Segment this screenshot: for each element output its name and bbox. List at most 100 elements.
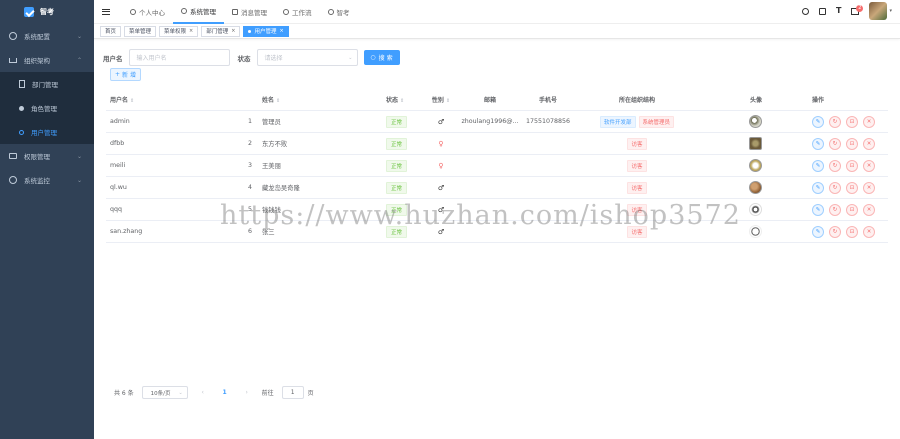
org-tree-icon <box>9 57 17 63</box>
avatar[interactable] <box>749 115 762 128</box>
add-user-button[interactable]: + 新 增 <box>110 68 141 81</box>
delete-icon[interactable]: ✕ <box>863 137 875 150</box>
lock-icon[interactable]: ⊡ <box>846 225 858 238</box>
tab-exam[interactable]: 智考 <box>320 0 358 24</box>
table-row: meili 3 王美丽 正常 ♀ 访客 ✎ ↻ ⊡ ✕ <box>106 155 888 177</box>
sidebar-item-permission[interactable]: 权限管理 ⌄ <box>0 144 94 168</box>
female-icon: ♀ <box>438 161 444 170</box>
sort-icon[interactable]: ⇕ <box>276 98 280 104</box>
sort-icon[interactable]: ⇕ <box>446 98 450 104</box>
delete-icon[interactable]: ✕ <box>863 203 875 216</box>
tag-menu-permission[interactable]: 菜单权限 × <box>159 25 199 37</box>
username-input[interactable]: 输入用户名 <box>128 49 230 66</box>
edit-icon[interactable]: ✎ <box>812 115 824 128</box>
lock-icon[interactable]: ⊡ <box>846 137 858 150</box>
status-badge: 正常 <box>386 181 408 194</box>
avatar[interactable] <box>749 159 762 172</box>
reset-icon[interactable]: ↻ <box>829 137 841 150</box>
cell-username: admin <box>110 118 130 125</box>
prev-page-button[interactable]: ‹ <box>196 389 210 396</box>
edit-icon[interactable]: ✎ <box>812 181 824 194</box>
tab-system[interactable]: 系统管理 <box>173 0 224 24</box>
cell-index: 4 <box>247 184 252 191</box>
sort-icon[interactable]: ⇕ <box>130 98 134 104</box>
next-page-button[interactable]: › <box>240 389 254 396</box>
search-icon[interactable] <box>802 7 810 15</box>
table-row: dfbb 2 东方不败 正常 ♀ 访客 ✎ ↻ ⊡ ✕ <box>106 133 888 155</box>
sidebar-item-system-config[interactable]: 系统配置 ⌄ <box>0 24 94 48</box>
cell-avatar <box>702 115 772 128</box>
cell-ops: ✎ ↻ ⊡ ✕ <box>772 115 888 128</box>
tag-label: 菜单权限 <box>164 29 187 35</box>
female-icon: ♀ <box>438 139 444 148</box>
status-badge: 正常 <box>386 137 408 150</box>
col-sex[interactable]: 性别 ⇕ <box>426 95 456 104</box>
cell-ops: ✎ ↻ ⊡ ✕ <box>772 181 888 194</box>
lock-icon <box>9 153 17 159</box>
delete-icon[interactable]: ✕ <box>863 225 875 238</box>
reset-icon[interactable]: ↻ <box>829 115 841 128</box>
sidebar-item-users[interactable]: 用户管理 <box>0 120 94 144</box>
avatar[interactable] <box>869 2 888 20</box>
close-icon[interactable]: × <box>231 28 235 34</box>
user-outline-icon <box>19 129 24 135</box>
sidebar-item-dept[interactable]: 部门管理 <box>0 72 94 96</box>
col-nickname[interactable]: 姓名 ⇕ <box>256 95 386 104</box>
sidebar-item-monitor[interactable]: 系统监控 ⌄ <box>0 168 94 192</box>
cell-org: 访客 <box>572 181 702 194</box>
app-logo[interactable]: 智考 <box>0 0 94 24</box>
lock-icon[interactable]: ⊡ <box>846 181 858 194</box>
edit-icon[interactable]: ✎ <box>812 225 824 238</box>
search-button[interactable]: ○ 搜 索 <box>363 50 400 65</box>
col-status[interactable]: 状态 ⇕ <box>386 95 426 104</box>
reset-icon[interactable]: ↻ <box>829 225 841 238</box>
tag-menu-manage[interactable]: 菜单管理 <box>124 25 157 37</box>
table-row: admin 1 管理员 正常 ♂ zhoulang1996@... 17551078856 软… <box>106 111 888 133</box>
page-number-current[interactable]: 1 <box>218 389 232 396</box>
lock-icon[interactable]: ⊡ <box>846 203 858 216</box>
lock-icon[interactable]: ⊡ <box>846 159 858 172</box>
goto-page-input[interactable]: 1 <box>281 386 304 399</box>
cap-icon <box>327 8 334 15</box>
close-icon[interactable]: × <box>279 28 283 34</box>
delete-icon[interactable]: ✕ <box>863 181 875 194</box>
sidebar-item-role[interactable]: 角色管理 <box>0 96 94 120</box>
col-org: 所在组织结构 <box>618 97 655 104</box>
cell-status: 正常 <box>386 181 426 194</box>
caret-down-icon[interactable]: ▾ <box>889 8 892 14</box>
reset-icon[interactable]: ↻ <box>829 181 841 194</box>
edit-icon[interactable]: ✎ <box>812 159 824 172</box>
font-size-icon[interactable]: T <box>836 7 841 15</box>
sidebar-item-org[interactable]: 组织架构 ⌃ <box>0 48 94 72</box>
goto-label: 前往 <box>261 390 274 397</box>
delete-icon[interactable]: ✕ <box>863 115 875 128</box>
cell-nickname: 管理员 <box>262 119 281 126</box>
edit-icon[interactable]: ✎ <box>812 203 824 216</box>
sort-icon[interactable]: ⇕ <box>400 98 404 104</box>
tag-users[interactable]: 用户管理 × <box>243 25 289 37</box>
page-size-select[interactable]: 10条/页 ⌄ <box>141 386 188 399</box>
tag-label: 首页 <box>105 29 117 35</box>
message-icon[interactable]: 2 <box>851 4 864 15</box>
lock-icon[interactable]: ⊡ <box>846 115 858 128</box>
tab-workflow[interactable]: 工作流 <box>275 0 320 24</box>
reset-icon[interactable]: ↻ <box>829 159 841 172</box>
avatar[interactable] <box>749 181 762 194</box>
tab-profile[interactable]: 个人中心 <box>122 0 173 24</box>
cell-ops: ✎ ↻ ⊡ ✕ <box>772 203 888 216</box>
close-icon[interactable]: × <box>189 28 193 34</box>
col-username[interactable]: 用户名 ⇕ <box>106 95 226 104</box>
avatar[interactable] <box>749 225 762 238</box>
tab-messages[interactable]: 消息管理 <box>224 0 275 24</box>
hamburger-icon[interactable] <box>102 8 110 15</box>
status-select[interactable]: 请选择 ⌄ <box>256 49 358 66</box>
tag-dept[interactable]: 部门管理 × <box>201 25 241 37</box>
reset-icon[interactable]: ↻ <box>829 203 841 216</box>
gear-icon <box>9 32 17 40</box>
tag-home[interactable]: 首页 <box>100 25 122 37</box>
avatar[interactable] <box>749 137 762 150</box>
edit-icon[interactable]: ✎ <box>812 137 824 150</box>
fullscreen-icon[interactable] <box>819 7 827 15</box>
avatar[interactable] <box>749 203 762 216</box>
delete-icon[interactable]: ✕ <box>863 159 875 172</box>
